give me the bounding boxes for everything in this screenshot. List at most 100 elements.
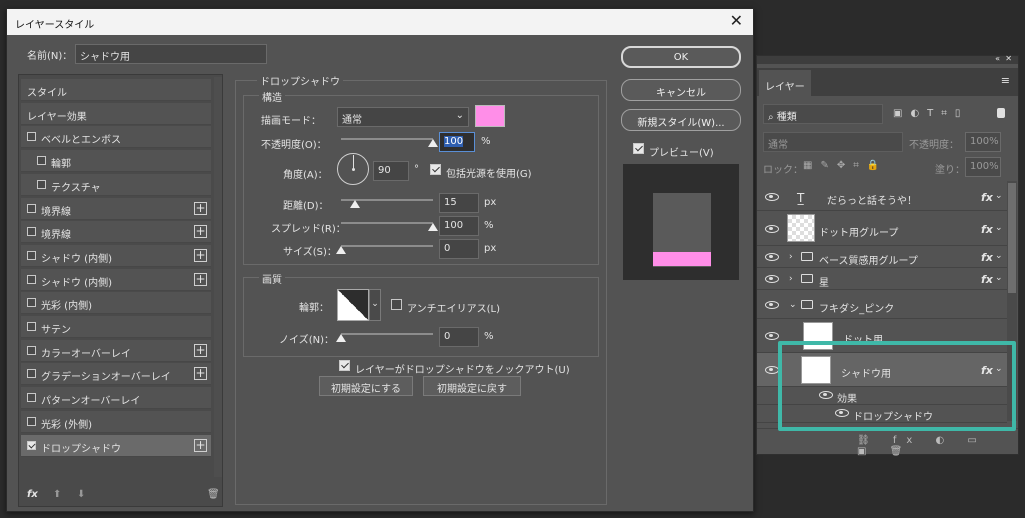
distance-input[interactable]: 15 — [439, 193, 479, 213]
add-icon[interactable]: + — [194, 201, 207, 215]
reset-default-button[interactable]: 初期設定に戻す — [423, 376, 521, 396]
chevron-down-icon[interactable]: ⌄ — [995, 223, 1003, 233]
size-input[interactable]: 0 — [439, 239, 479, 259]
eye-icon[interactable] — [765, 332, 779, 340]
style-checkbox[interactable] — [27, 250, 36, 260]
style-checkbox[interactable] — [27, 227, 36, 237]
size-slider-thumb[interactable] — [336, 246, 346, 254]
move-down-icon[interactable]: ⬇ — [77, 489, 85, 500]
style-item[interactable]: 境界線 + — [21, 197, 211, 220]
tab-layers[interactable]: レイヤー — [759, 70, 811, 96]
fx-icon[interactable]: fx — [27, 489, 38, 500]
set-default-button[interactable]: 初期設定にする — [319, 376, 413, 396]
style-checkbox[interactable] — [27, 369, 36, 379]
eye-icon[interactable] — [765, 275, 779, 283]
fx-icon[interactable]: fx — [981, 223, 993, 236]
spread-input[interactable]: 100 — [439, 216, 479, 236]
layers-opacity-input[interactable]: 100% — [965, 132, 1001, 152]
layer-row[interactable]: T̲ だらっと話そうや！ fx ⌄ — [757, 182, 1007, 211]
style-item[interactable]: 輪郭 — [21, 150, 211, 173]
close-icon[interactable]: ✕ — [1005, 54, 1012, 63]
spread-slider-thumb[interactable] — [428, 223, 438, 231]
eye-icon[interactable] — [765, 224, 779, 233]
style-item[interactable]: 境界線 + — [21, 221, 211, 244]
style-item[interactable]: シャドウ (内側) + — [21, 244, 211, 267]
distance-slider-thumb[interactable] — [349, 200, 360, 208]
trash-icon[interactable]: 🗑 — [207, 489, 220, 500]
style-item[interactable]: ベベルとエンボス — [21, 126, 211, 149]
add-icon[interactable]: + — [194, 367, 207, 381]
eye-icon[interactable] — [765, 192, 779, 201]
footer-icons[interactable]: ⛓ fx ◐ ▭ ▣ 🗑 — [857, 435, 1018, 457]
filter-icons[interactable]: ▣◐T⌗▯ — [893, 108, 968, 119]
global-light-checkbox[interactable] — [430, 164, 441, 175]
eye-icon[interactable] — [765, 300, 779, 309]
style-checkbox[interactable] — [27, 132, 36, 142]
eye-icon[interactable] — [765, 366, 779, 374]
filter-kind-select[interactable]: ⌕ 種類 — [763, 104, 883, 124]
style-checkbox[interactable] — [27, 322, 36, 331]
new-style-button[interactable]: 新規スタイル(W)... — [621, 109, 741, 131]
fill-input[interactable]: 100% — [965, 157, 1001, 177]
antialias-checkbox[interactable] — [391, 299, 402, 310]
style-checkbox[interactable] — [27, 345, 36, 355]
style-checkbox[interactable] — [27, 440, 36, 450]
layer-row[interactable]: › 星 fx ⌄ — [757, 268, 1007, 290]
ok-button[interactable]: OK — [621, 46, 741, 68]
lock-icons[interactable]: ▦✎✥⌗🔒 — [803, 160, 887, 171]
chevron-down-icon[interactable]: ⌄ — [789, 300, 797, 310]
fx-icon[interactable]: fx — [981, 191, 993, 204]
name-input[interactable]: シャドウ用 — [75, 44, 267, 64]
style-checkbox[interactable] — [27, 393, 36, 403]
contour-preview[interactable] — [337, 289, 369, 321]
style-item[interactable]: スタイル — [21, 79, 211, 101]
filter-toggle[interactable] — [997, 108, 1005, 118]
spread-slider[interactable] — [341, 222, 433, 224]
add-icon[interactable]: + — [194, 438, 207, 452]
shadow-color-swatch[interactable] — [475, 105, 505, 127]
chevron-down-icon[interactable]: ⌄ — [995, 191, 1003, 201]
noise-slider[interactable] — [341, 333, 433, 335]
style-checkbox[interactable] — [27, 416, 36, 426]
add-icon[interactable]: + — [194, 248, 207, 262]
close-icon[interactable]: ✕ — [730, 11, 743, 30]
blend-mode-select[interactable]: 通常 ⌄ — [337, 107, 469, 127]
opacity-slider[interactable] — [341, 138, 433, 140]
style-item[interactable]: グラデーションオーバーレイ + — [21, 363, 211, 386]
layer-row[interactable]: ドット用グループ fx ⌄ — [757, 211, 1007, 246]
opacity-slider-thumb[interactable] — [428, 139, 438, 147]
chevron-down-icon[interactable]: ⌄ — [995, 273, 1003, 283]
style-item[interactable]: 光彩 (外側) — [21, 410, 211, 433]
chevron-down-icon[interactable]: ⌄ — [995, 251, 1003, 261]
style-checkbox[interactable] — [27, 203, 36, 213]
style-item[interactable]: テクスチャ — [21, 173, 211, 196]
contour-dropdown[interactable]: ⌄ — [369, 289, 381, 321]
layer-row[interactable]: › ベース質感用グループ fx ⌄ — [757, 246, 1007, 268]
noise-input[interactable]: 0 — [439, 327, 479, 347]
style-item[interactable]: シャドウ (内側) + — [21, 268, 211, 291]
styles-scrollbar[interactable] — [214, 77, 222, 477]
style-checkbox[interactable] — [27, 298, 36, 308]
blend-mode-select[interactable]: 通常 — [763, 132, 903, 152]
chevron-right-icon[interactable]: › — [789, 252, 793, 262]
style-item[interactable]: レイヤー効果 — [21, 102, 211, 125]
style-item[interactable]: ドロップシャドウ + — [21, 434, 211, 457]
panel-menu-icon[interactable]: ≡ — [1001, 74, 1010, 87]
style-item[interactable]: 光彩 (内側) — [21, 292, 211, 315]
style-item[interactable]: パターンオーバーレイ — [21, 387, 211, 410]
layer-row[interactable]: ⌄ フキダシ_ピンク — [757, 290, 1007, 319]
chevron-right-icon[interactable]: › — [789, 274, 793, 284]
style-item[interactable]: カラーオーバーレイ + — [21, 339, 211, 362]
collapse-icon[interactable]: « — [995, 54, 1000, 63]
style-checkbox[interactable] — [37, 156, 46, 166]
noise-slider-thumb[interactable] — [336, 334, 346, 342]
style-checkbox[interactable] — [27, 274, 36, 284]
eye-icon[interactable] — [765, 253, 779, 261]
move-up-icon[interactable]: ⬆ — [53, 489, 61, 500]
size-slider[interactable] — [341, 245, 433, 247]
opacity-input[interactable]: 100 — [439, 132, 475, 152]
knockout-checkbox[interactable] — [339, 360, 350, 371]
style-item[interactable]: サテン — [21, 316, 211, 338]
angle-input[interactable]: 90 — [373, 161, 409, 181]
add-icon[interactable]: + — [194, 272, 207, 286]
